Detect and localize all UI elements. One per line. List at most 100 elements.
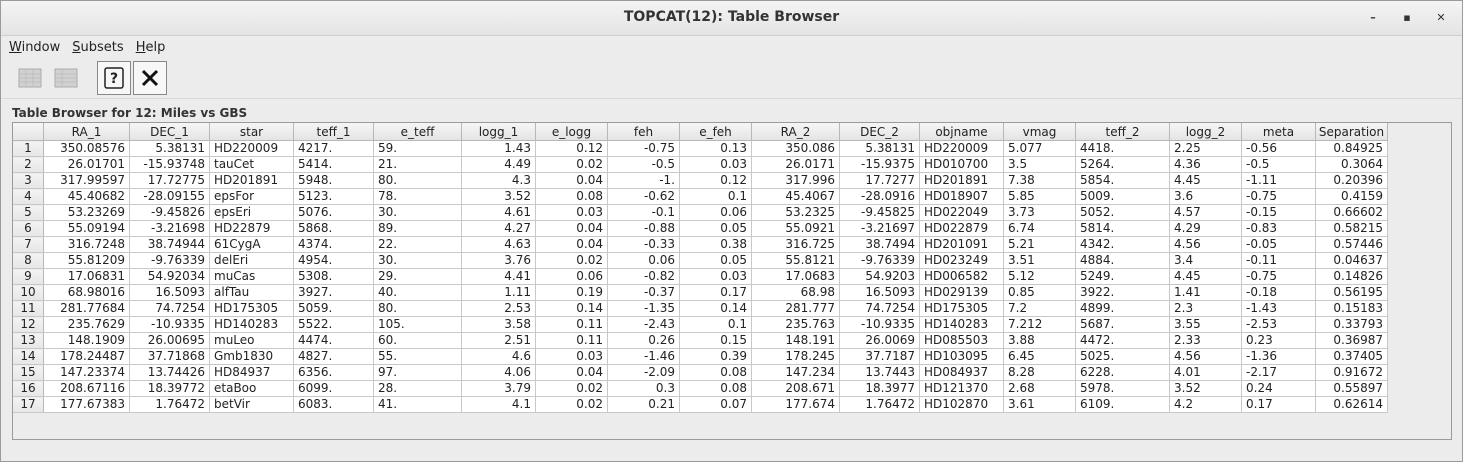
table-cell[interactable]: 281.777 xyxy=(751,300,840,317)
table-cell[interactable]: 0.04 xyxy=(535,172,608,189)
table-cell[interactable]: 0.55897 xyxy=(1315,380,1388,397)
table-cell[interactable]: 4884. xyxy=(1075,252,1170,269)
table-cell[interactable]: 55. xyxy=(373,348,462,365)
table-row[interactable]: 14 178.24487 37.71868 Gmb1830 4827. 55. 4.6 0.0… xyxy=(13,348,1388,365)
table-cell[interactable]: -2.43 xyxy=(607,316,680,333)
table-cell[interactable]: HD22879 xyxy=(209,220,294,237)
table-cell[interactable]: HD103095 xyxy=(919,348,1004,365)
table-cell[interactable]: -28.0916 xyxy=(839,188,920,205)
table-cell[interactable]: 0.21 xyxy=(607,396,680,413)
table-cell[interactable]: -0.18 xyxy=(1241,284,1316,301)
table-cell[interactable]: 0.24 xyxy=(1241,380,1316,397)
column-header[interactable]: logg_1 xyxy=(461,123,536,141)
table-cell[interactable]: 6356. xyxy=(293,364,374,381)
table-cell[interactable]: 2.51 xyxy=(461,332,536,349)
table-cell[interactable]: HD175305 xyxy=(919,300,1004,317)
table-cell[interactable]: 78. xyxy=(373,188,462,205)
table-cell[interactable]: 0.84925 xyxy=(1315,140,1388,157)
table-cell[interactable]: -2.09 xyxy=(607,364,680,381)
table-cell[interactable]: 3.52 xyxy=(461,188,536,205)
title-bar[interactable]: TOPCAT(12): Table Browser – ▪ ✕ xyxy=(1,1,1462,36)
table-cell[interactable]: HD175305 xyxy=(209,300,294,317)
table-row[interactable]: 10 68.98016 16.5093 alfTau 3927. 40. 1.11 0.19-… xyxy=(13,284,1388,301)
table-cell[interactable]: HD006582 xyxy=(919,268,1004,285)
table-cell[interactable]: -0.75 xyxy=(1241,188,1316,205)
table-cell[interactable]: 2.25 xyxy=(1169,140,1242,157)
table-cell[interactable]: epsFor xyxy=(209,188,294,205)
table-cell[interactable]: 29. xyxy=(373,268,462,285)
table-cell[interactable]: 350.08576 xyxy=(43,140,130,157)
table-cell[interactable]: 1.76472 xyxy=(129,396,210,413)
table-row[interactable]: 4 45.40682 -28.09155 epsFor 5123. 78. 3.52 0.08… xyxy=(13,188,1388,205)
table-cell[interactable]: delEri xyxy=(209,252,294,269)
table-cell[interactable]: -0.62 xyxy=(607,188,680,205)
table-cell[interactable]: 5076. xyxy=(293,204,374,221)
table-cell[interactable]: HD140283 xyxy=(209,316,294,333)
table-cell[interactable]: 0.33793 xyxy=(1315,316,1388,333)
table-cell[interactable]: HD022049 xyxy=(919,204,1004,221)
table-cell[interactable]: 54.9203 xyxy=(839,268,920,285)
table-cell[interactable]: HD023249 xyxy=(919,252,1004,269)
table-cell[interactable]: 55.0921 xyxy=(751,220,840,237)
table-cell[interactable]: 4474. xyxy=(293,332,374,349)
table-cell[interactable]: 97. xyxy=(373,364,462,381)
table-cell[interactable]: 4.01 xyxy=(1169,364,1242,381)
table-cell[interactable]: -2.17 xyxy=(1241,364,1316,381)
table-cell[interactable]: 17.06831 xyxy=(43,268,130,285)
table-row[interactable]: 5 53.23269 -9.45826 epsEri 5076. 30. 4.61 0.03-… xyxy=(13,204,1388,221)
table-cell[interactable]: HD84937 xyxy=(209,364,294,381)
table-select-button[interactable] xyxy=(49,61,83,95)
table-cell[interactable]: 4.3 xyxy=(461,172,536,189)
table-cell[interactable]: 0.05 xyxy=(679,220,752,237)
table-cell[interactable]: 4.27 xyxy=(461,220,536,237)
table-cell[interactable]: 6228. xyxy=(1075,364,1170,381)
table-cell[interactable]: 178.24487 xyxy=(43,348,130,365)
table-cell[interactable]: 5814. xyxy=(1075,220,1170,237)
table-cell[interactable]: HD022879 xyxy=(919,220,1004,237)
table-cell[interactable]: 0.02 xyxy=(535,156,608,173)
table-cell[interactable]: 3.88 xyxy=(1003,332,1076,349)
table-cell[interactable]: 317.99597 xyxy=(43,172,130,189)
table-cell[interactable]: 54.92034 xyxy=(129,268,210,285)
table-row[interactable]: 6 55.09194 -3.21698 HD22879 5868. 89. 4.27 0.04… xyxy=(13,220,1388,237)
table-cell[interactable]: 0.62614 xyxy=(1315,396,1388,413)
table-cell[interactable]: -10.9335 xyxy=(839,316,920,333)
table-cell[interactable]: -1.43 xyxy=(1241,300,1316,317)
table-cell[interactable]: 4954. xyxy=(293,252,374,269)
table-cell[interactable]: 45.4067 xyxy=(751,188,840,205)
table-row[interactable]: 12 235.7629 -10.9335 HD140283 5522. 105. 3.58 0… xyxy=(13,316,1388,333)
table-cell[interactable]: 74.7254 xyxy=(129,300,210,317)
table-cell[interactable]: 1.41 xyxy=(1169,284,1242,301)
table-cell[interactable]: 0.14826 xyxy=(1315,268,1388,285)
table-cell[interactable]: 3.79 xyxy=(461,380,536,397)
table-cell[interactable]: 105. xyxy=(373,316,462,333)
table-cell[interactable]: -0.11 xyxy=(1241,252,1316,269)
table-cell[interactable]: 0.20396 xyxy=(1315,172,1388,189)
table-cell[interactable]: 1.76472 xyxy=(839,396,920,413)
table-cell[interactable]: 0.03 xyxy=(535,348,608,365)
table-cell[interactable]: 4.61 xyxy=(461,204,536,221)
column-header[interactable]: logg_2 xyxy=(1169,123,1242,141)
table-cell[interactable]: 178.245 xyxy=(751,348,840,365)
table-cell[interactable]: 80. xyxy=(373,172,462,189)
table-cell[interactable]: HD201091 xyxy=(919,236,1004,253)
table-cell[interactable]: 0.4159 xyxy=(1315,188,1388,205)
column-header[interactable]: DEC_2 xyxy=(839,123,920,141)
table-cell[interactable]: 7.212 xyxy=(1003,316,1076,333)
table-cell[interactable]: 18.3977 xyxy=(839,380,920,397)
table-cell[interactable]: 4827. xyxy=(293,348,374,365)
table-cell[interactable]: betVir xyxy=(209,396,294,413)
table-cell[interactable]: -0.5 xyxy=(607,156,680,173)
table-cell[interactable]: 0.08 xyxy=(535,188,608,205)
table-cell[interactable]: 5.21 xyxy=(1003,236,1076,253)
table-scroll-area[interactable]: RA_1 DEC_1 star teff_1 e_teff logg_1 e_logg feh… xyxy=(12,122,1452,440)
table-cell[interactable]: epsEri xyxy=(209,204,294,221)
table-cell[interactable]: 5249. xyxy=(1075,268,1170,285)
table-cell[interactable]: -1.36 xyxy=(1241,348,1316,365)
table-cell[interactable]: -0.1 xyxy=(607,204,680,221)
table-cell[interactable]: 41. xyxy=(373,396,462,413)
table-cell[interactable]: 2.53 xyxy=(461,300,536,317)
table-cell[interactable]: -1.35 xyxy=(607,300,680,317)
table-cell[interactable]: alfTau xyxy=(209,284,294,301)
table-cell[interactable]: 0.02 xyxy=(535,252,608,269)
